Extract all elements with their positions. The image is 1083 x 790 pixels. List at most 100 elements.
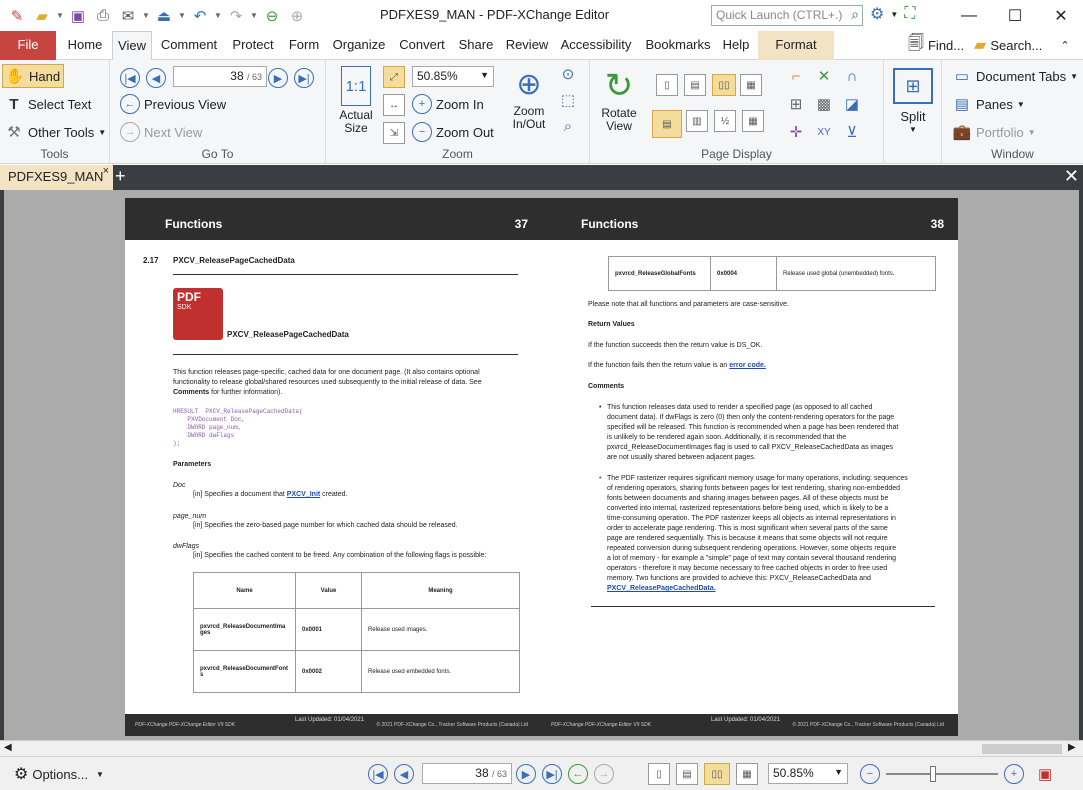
- back-icon[interactable]: ←: [568, 764, 588, 784]
- select-text-button[interactable]: T Select Text: [4, 92, 91, 116]
- crosshair-icon[interactable]: ✛: [786, 122, 806, 142]
- scroll-left-icon[interactable]: ◀: [4, 742, 12, 753]
- page-order-icon[interactable]: ½: [714, 110, 736, 132]
- last-page-icon[interactable]: ▶|: [294, 68, 314, 88]
- page-number-input[interactable]: 38 / 63: [173, 66, 267, 87]
- forward-icon[interactable]: →: [594, 764, 614, 784]
- first-page-icon[interactable]: |◀: [368, 764, 388, 784]
- separate-cover-icon[interactable]: ▤: [652, 110, 682, 138]
- single-page-icon[interactable]: ▯: [648, 763, 670, 785]
- quick-launch-input[interactable]: Quick Launch (CTRL+.) ⌕: [711, 5, 863, 26]
- scroll-right-icon[interactable]: ▶: [1068, 742, 1076, 753]
- facing-continuous-icon[interactable]: ▦: [740, 74, 762, 96]
- find-button[interactable]: 🗐 Find...: [908, 33, 964, 57]
- continuous-icon[interactable]: ▤: [676, 763, 698, 785]
- fit-page-icon[interactable]: ⤢: [383, 66, 405, 88]
- collapse-ribbon-icon[interactable]: ⌃: [1060, 39, 1069, 52]
- email-icon[interactable]: ✉: [117, 5, 139, 27]
- error-code-link[interactable]: error code.: [729, 362, 766, 369]
- tab-bookmarks[interactable]: Bookmarks: [640, 31, 716, 60]
- previous-view-button[interactable]: ← Previous View: [120, 92, 226, 116]
- close-document-icon[interactable]: ✕: [1064, 166, 1079, 187]
- zoom-slider[interactable]: [886, 766, 998, 782]
- marquee-zoom-icon[interactable]: ⬚: [558, 90, 578, 110]
- pxcv-init-link[interactable]: PXCV_Init: [287, 491, 320, 498]
- pdf-file-icon[interactable]: ▣: [1038, 765, 1052, 783]
- last-page-icon[interactable]: ▶|: [542, 764, 562, 784]
- prev-page-icon[interactable]: ◀: [146, 68, 166, 88]
- chevron-down-icon[interactable]: ▼: [142, 11, 150, 20]
- minimize-button[interactable]: —: [946, 0, 992, 31]
- forward-icon[interactable]: ⊕: [286, 5, 308, 27]
- fullscreen-icon[interactable]: ⛶: [904, 5, 915, 23]
- tab-format[interactable]: Format: [758, 31, 834, 60]
- fit-width-icon[interactable]: ↔: [383, 94, 405, 116]
- zoom-inout-button[interactable]: ⊕ Zoom In/Out: [506, 66, 552, 131]
- tab-help[interactable]: Help: [718, 31, 754, 60]
- tab-accessibility[interactable]: Accessibility: [556, 31, 636, 60]
- zoom-out-icon[interactable]: −: [860, 764, 880, 784]
- measure-icon[interactable]: ⊻: [842, 122, 862, 142]
- guides-icon[interactable]: ✕: [814, 66, 834, 86]
- facing-icon[interactable]: ▯▯: [712, 74, 736, 96]
- actual-size-button[interactable]: 1:1 Actual Size: [334, 66, 378, 135]
- prev-page-icon[interactable]: ◀: [394, 764, 414, 784]
- page-layout-icon[interactable]: ▦: [742, 110, 764, 132]
- split-button[interactable]: ⊞ Split ▼: [888, 68, 938, 136]
- zoom-out-button[interactable]: − Zoom Out: [412, 120, 494, 144]
- facing-continuous-icon[interactable]: ▦: [736, 763, 758, 785]
- loupe-icon[interactable]: ⌕: [558, 116, 578, 136]
- other-tools-button[interactable]: ⚒ Other Tools ▼: [4, 120, 106, 144]
- zoom-select[interactable]: 50.85% ▼: [412, 66, 494, 87]
- close-button[interactable]: ✕: [1038, 0, 1083, 31]
- dynamic-zoom-icon[interactable]: ⊙: [558, 64, 578, 84]
- document-tabs-button[interactable]: ▭ Document Tabs ▼: [952, 64, 1078, 88]
- back-icon[interactable]: ⊖: [261, 5, 283, 27]
- save-icon[interactable]: ▣: [67, 5, 89, 27]
- scan-icon[interactable]: ⏏: [153, 5, 175, 27]
- tab-file[interactable]: File: [0, 31, 56, 60]
- open-folder-icon[interactable]: ▰: [31, 5, 53, 27]
- grid-icon[interactable]: ⊞: [786, 94, 806, 114]
- zoom-in-icon[interactable]: +: [1004, 764, 1024, 784]
- print-icon[interactable]: ⎙: [92, 5, 114, 27]
- single-page-icon[interactable]: ▯: [656, 74, 678, 96]
- rulers-icon[interactable]: ⌐: [786, 66, 806, 86]
- transparency-grid-icon[interactable]: ▩: [814, 94, 834, 114]
- status-page-input[interactable]: 38 / 63: [422, 763, 512, 784]
- chevron-down-icon[interactable]: ▼: [214, 11, 222, 20]
- horizontal-scrollbar[interactable]: ◀ ▶: [0, 740, 1083, 756]
- split-pages-icon[interactable]: ▥: [686, 110, 708, 132]
- zoom-slider-thumb[interactable]: [930, 766, 936, 782]
- chevron-down-icon[interactable]: ▼: [56, 11, 64, 20]
- tab-review[interactable]: Review: [502, 31, 552, 60]
- tab-form[interactable]: Form: [284, 31, 324, 60]
- tab-convert[interactable]: Convert: [394, 31, 450, 60]
- maximize-button[interactable]: ☐: [992, 0, 1038, 31]
- undo-icon[interactable]: ↶: [189, 5, 211, 27]
- add-tab-button[interactable]: +: [115, 166, 126, 187]
- continuous-icon[interactable]: ▤: [684, 74, 706, 96]
- tab-comment[interactable]: Comment: [156, 31, 222, 60]
- chevron-down-icon[interactable]: ▼: [890, 10, 898, 19]
- zoom-in-button[interactable]: + Zoom In: [412, 92, 484, 116]
- status-zoom-select[interactable]: 50.85% ▼: [768, 763, 848, 784]
- gear-icon[interactable]: ⚙: [870, 4, 884, 24]
- document-tab[interactable]: PDFXES9_MAN ×: [0, 165, 113, 190]
- hand-button[interactable]: ✋ Hand: [2, 64, 64, 88]
- tab-view[interactable]: View: [112, 31, 152, 61]
- app-logo-icon[interactable]: ✎: [6, 5, 28, 27]
- rotate-view-button[interactable]: ↻ Rotate View: [594, 68, 644, 133]
- options-button[interactable]: ⚙ Options... ▼: [14, 763, 104, 785]
- search-button[interactable]: ▰ Search... ⌃: [974, 33, 1070, 57]
- chevron-down-icon[interactable]: ▼: [250, 11, 258, 20]
- document-viewport[interactable]: Functions 37 2.17 PXCV_ReleasePageCached…: [0, 190, 1083, 740]
- close-tab-icon[interactable]: ×: [103, 165, 109, 177]
- chevron-down-icon[interactable]: ▼: [178, 11, 186, 20]
- tab-share[interactable]: Share: [454, 31, 498, 60]
- search-icon[interactable]: ⌕: [851, 6, 859, 23]
- next-view-button[interactable]: → Next View: [120, 120, 202, 144]
- scroll-thumb[interactable]: [982, 744, 1062, 754]
- background-icon[interactable]: ◪: [842, 94, 862, 114]
- portfolio-button[interactable]: 💼 Portfolio ▼: [952, 120, 1036, 144]
